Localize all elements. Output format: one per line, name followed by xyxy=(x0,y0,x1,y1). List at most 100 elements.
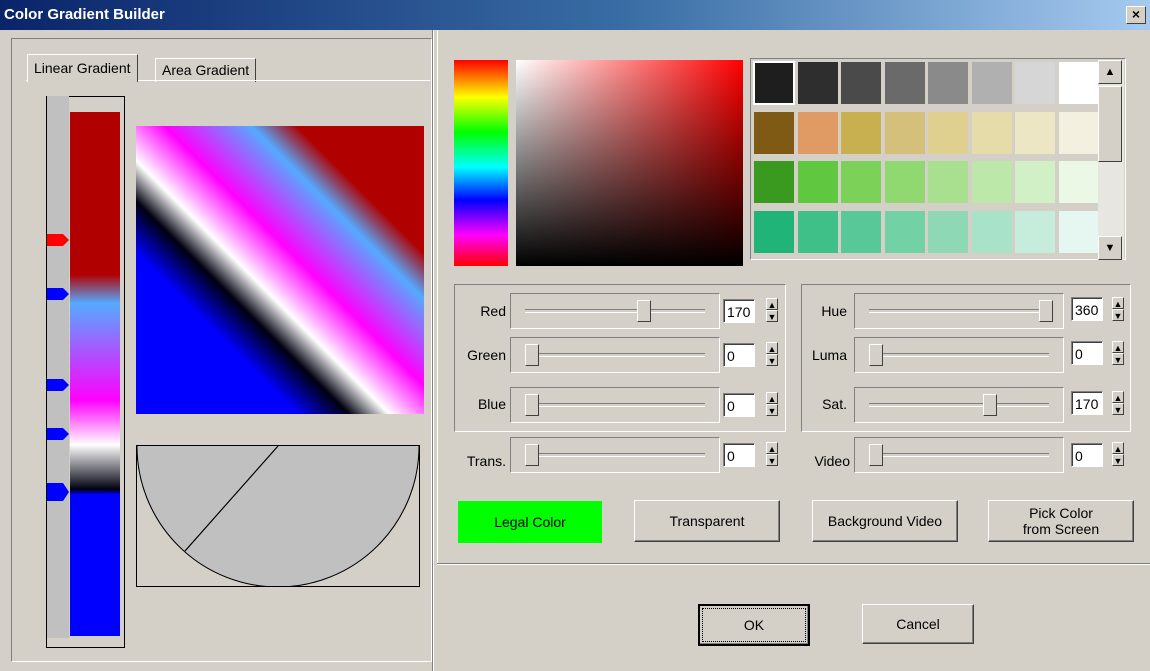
transparent-button[interactable]: Transparent xyxy=(634,500,780,542)
scroll-up-icon[interactable]: ▲ xyxy=(1098,60,1122,84)
hue-strip[interactable] xyxy=(454,60,508,266)
palette-swatch[interactable] xyxy=(970,110,1013,155)
palette-swatch[interactable] xyxy=(970,160,1013,204)
palette-swatch[interactable] xyxy=(883,160,926,204)
spin-up-icon[interactable]: ▲ xyxy=(1112,297,1124,309)
slider-thumb[interactable] xyxy=(525,344,539,366)
cancel-button[interactable]: Cancel xyxy=(862,604,974,644)
sat-stepper[interactable]: ▲ ▼ xyxy=(1112,391,1124,417)
red-stepper[interactable]: ▲ ▼ xyxy=(766,298,778,324)
palette-swatch[interactable] xyxy=(753,61,795,105)
slider-thumb[interactable] xyxy=(637,300,651,322)
scroll-thumb[interactable] xyxy=(1098,86,1122,162)
blue-slider[interactable] xyxy=(510,387,720,423)
palette-swatch[interactable] xyxy=(1057,160,1100,204)
video-value-field[interactable]: 0 xyxy=(1071,443,1103,467)
spin-down-icon[interactable]: ▼ xyxy=(1112,309,1124,321)
title-bar[interactable]: Color Gradient Builder × xyxy=(0,0,1150,30)
palette-swatch[interactable] xyxy=(840,209,882,254)
luma-stepper[interactable]: ▲ ▼ xyxy=(1112,341,1124,367)
spin-up-icon[interactable]: ▲ xyxy=(766,298,778,310)
blue-value-field[interactable]: 0 xyxy=(723,393,755,417)
red-value-field[interactable]: 170 xyxy=(723,299,755,323)
slider-thumb[interactable] xyxy=(525,444,539,466)
trans-slider[interactable] xyxy=(510,437,720,473)
palette-scrollbar[interactable]: ▲ ▼ xyxy=(1098,60,1124,260)
palette-swatch[interactable] xyxy=(840,61,882,105)
luma-value-field[interactable]: 0 xyxy=(1071,341,1103,365)
gradient-stop-marker[interactable] xyxy=(47,234,69,246)
gradient-stop-marker[interactable] xyxy=(47,379,69,391)
palette-swatch[interactable] xyxy=(1057,110,1100,155)
spin-down-icon[interactable]: ▼ xyxy=(766,454,778,466)
green-stepper[interactable]: ▲ ▼ xyxy=(766,342,778,368)
slider-thumb[interactable] xyxy=(869,444,883,466)
tab-linear-gradient[interactable]: Linear Gradient xyxy=(27,54,138,82)
spin-up-icon[interactable]: ▲ xyxy=(1112,341,1124,353)
legal-color-indicator[interactable]: Legal Color xyxy=(458,501,602,543)
saturation-value-square[interactable] xyxy=(516,60,743,266)
hue-slider[interactable] xyxy=(854,293,1064,329)
palette-swatch[interactable] xyxy=(883,61,926,105)
spin-up-icon[interactable]: ▲ xyxy=(1112,442,1124,454)
gradient-bar[interactable] xyxy=(70,112,120,636)
hue-value-field[interactable]: 360 xyxy=(1071,297,1103,321)
spin-up-icon[interactable]: ▲ xyxy=(1112,391,1124,403)
palette-swatch[interactable] xyxy=(753,160,795,204)
palette-swatch[interactable] xyxy=(1014,160,1056,204)
spin-down-icon[interactable]: ▼ xyxy=(1112,353,1124,365)
palette-swatch[interactable] xyxy=(927,160,969,204)
video-slider[interactable] xyxy=(854,437,1064,473)
spin-down-icon[interactable]: ▼ xyxy=(1112,403,1124,415)
spin-down-icon[interactable]: ▼ xyxy=(766,310,778,322)
palette-swatch[interactable] xyxy=(840,160,882,204)
sat-slider[interactable] xyxy=(854,387,1064,423)
trans-value-field[interactable]: 0 xyxy=(723,443,755,467)
palette-swatch[interactable] xyxy=(796,110,839,155)
red-slider[interactable] xyxy=(510,293,720,329)
luma-slider[interactable] xyxy=(854,337,1064,373)
palette-swatch[interactable] xyxy=(927,110,969,155)
spin-up-icon[interactable]: ▲ xyxy=(766,442,778,454)
palette-swatch[interactable] xyxy=(883,209,926,254)
angle-selector[interactable] xyxy=(136,445,420,588)
spin-down-icon[interactable]: ▼ xyxy=(766,354,778,366)
palette-swatch[interactable] xyxy=(927,61,969,105)
green-slider[interactable] xyxy=(510,337,720,373)
gradient-stop-marker[interactable] xyxy=(47,483,69,501)
palette-swatch[interactable] xyxy=(970,209,1013,254)
hue-stepper[interactable]: ▲ ▼ xyxy=(1112,297,1124,323)
sat-value-field[interactable]: 170 xyxy=(1071,391,1103,415)
stop-track[interactable] xyxy=(47,96,69,638)
pick-color-button[interactable]: Pick Color from Screen xyxy=(988,500,1134,542)
gradient-stop-marker[interactable] xyxy=(47,428,69,440)
video-stepper[interactable]: ▲ ▼ xyxy=(1112,442,1124,468)
slider-thumb[interactable] xyxy=(869,344,883,366)
palette-swatch[interactable] xyxy=(1057,61,1100,105)
palette-swatch[interactable] xyxy=(1014,209,1056,254)
spin-down-icon[interactable]: ▼ xyxy=(1112,454,1124,466)
palette-swatch[interactable] xyxy=(753,209,795,254)
close-icon[interactable]: × xyxy=(1126,6,1146,24)
palette-swatch[interactable] xyxy=(927,209,969,254)
tab-area-gradient[interactable]: Area Gradient xyxy=(155,58,257,82)
gradient-stop-marker[interactable] xyxy=(47,288,69,300)
slider-thumb[interactable] xyxy=(983,394,997,416)
palette-swatch[interactable] xyxy=(796,209,839,254)
slider-thumb[interactable] xyxy=(1039,300,1053,322)
slider-thumb[interactable] xyxy=(525,394,539,416)
trans-stepper[interactable]: ▲ ▼ xyxy=(766,442,778,468)
palette-swatch[interactable] xyxy=(796,61,839,105)
scroll-down-icon[interactable]: ▼ xyxy=(1098,236,1122,260)
palette-swatch[interactable] xyxy=(1057,209,1100,254)
palette-swatch[interactable] xyxy=(1014,61,1056,105)
palette-swatch[interactable] xyxy=(840,110,882,155)
green-value-field[interactable]: 0 xyxy=(723,343,755,367)
spin-down-icon[interactable]: ▼ xyxy=(766,404,778,416)
palette-swatch[interactable] xyxy=(883,110,926,155)
palette-swatch[interactable] xyxy=(1014,110,1056,155)
blue-stepper[interactable]: ▲ ▼ xyxy=(766,392,778,418)
palette-swatch[interactable] xyxy=(753,110,795,155)
palette-swatch[interactable] xyxy=(796,160,839,204)
spin-up-icon[interactable]: ▲ xyxy=(766,392,778,404)
